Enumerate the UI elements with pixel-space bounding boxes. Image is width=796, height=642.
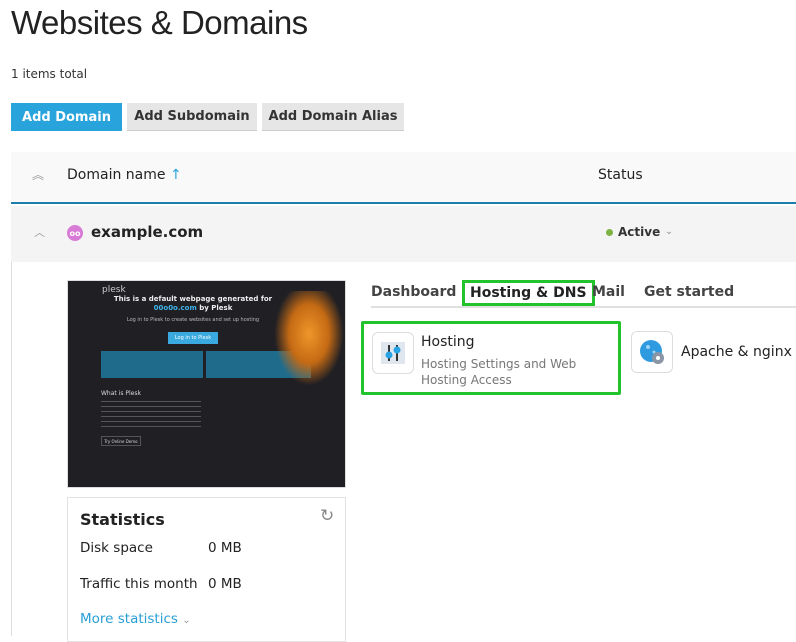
preview-brand: plesk — [102, 285, 126, 295]
hosting-title: Hosting — [421, 334, 475, 350]
preview-login-button: Log in to Plesk — [168, 332, 218, 344]
add-domain-button[interactable]: Add Domain — [11, 103, 122, 131]
sort-ascending-icon: ↑ — [169, 167, 182, 183]
column-domain-name[interactable]: Domain name ↑ — [67, 167, 182, 183]
status-label: Active — [618, 225, 661, 239]
more-statistics-link[interactable]: More statistics ⌄ — [80, 611, 191, 627]
preview-text — [101, 401, 201, 431]
chevron-down-icon: ⌄ — [665, 227, 673, 237]
preview-what: What is Plesk — [101, 390, 141, 397]
collapse-all-icon[interactable]: ︽ — [32, 166, 44, 183]
preview-demo-button: Try Online Demo — [101, 436, 141, 446]
column-status[interactable]: Status — [598, 167, 643, 183]
domain-link[interactable]: example.com — [91, 223, 203, 241]
statistics-title: Statistics — [80, 510, 165, 529]
add-domain-alias-button[interactable]: Add Domain Alias — [262, 103, 404, 131]
column-label: Domain name — [67, 167, 166, 183]
items-total: 1 items total — [11, 67, 88, 81]
website-preview[interactable]: plesk This is a default webpage generate… — [67, 280, 346, 488]
status-dropdown[interactable]: Active ⌄ — [606, 225, 673, 239]
traffic-value: 0 MB — [208, 576, 242, 592]
tabs-divider — [371, 306, 796, 308]
robot-illustration — [274, 291, 344, 386]
statistics-panel: Statistics ↻ Disk space 0 MB Traffic thi… — [67, 497, 346, 642]
tab-mail[interactable]: Mail — [592, 284, 625, 300]
hosting-card[interactable]: Hosting Hosting Settings and Web Hosting… — [361, 321, 621, 395]
hosting-settings-icon — [372, 332, 414, 374]
traffic-label: Traffic this month — [80, 576, 198, 592]
tab-hosting-dns[interactable]: Hosting & DNS — [462, 280, 595, 306]
refresh-icon[interactable]: ↻ — [320, 506, 334, 526]
collapse-icon[interactable]: ︿ — [34, 224, 45, 240]
table-row[interactable]: ︿ oo example.com Active ⌄ — [11, 206, 796, 262]
apache-globe-gear-icon — [631, 331, 673, 373]
disk-space-value: 0 MB — [208, 540, 242, 556]
apache-nginx-card[interactable]: Apache & nginx — [631, 331, 796, 375]
preview-subtitle: Log in to Plesk to create websites and s… — [126, 317, 260, 323]
apache-title: Apache & nginx — [681, 344, 792, 360]
preview-headline: This is a default webpage generated for 0… — [113, 295, 273, 312]
domain-avatar: oo — [67, 225, 83, 241]
preview-card — [101, 351, 203, 378]
page-title: Websites & Domains — [11, 4, 308, 41]
tab-dashboard[interactable]: Dashboard — [371, 284, 456, 300]
hosting-description: Hosting Settings and Web Hosting Access — [421, 357, 577, 387]
more-statistics-label: More statistics — [80, 611, 178, 627]
add-subdomain-button[interactable]: Add Subdomain — [127, 103, 257, 131]
tab-get-started[interactable]: Get started — [644, 284, 734, 300]
status-dot-icon — [606, 228, 613, 236]
chevron-down-icon: ⌄ — [182, 615, 191, 626]
disk-space-label: Disk space — [80, 540, 153, 556]
table-header: ︽ Domain name ↑ Status — [11, 152, 796, 204]
